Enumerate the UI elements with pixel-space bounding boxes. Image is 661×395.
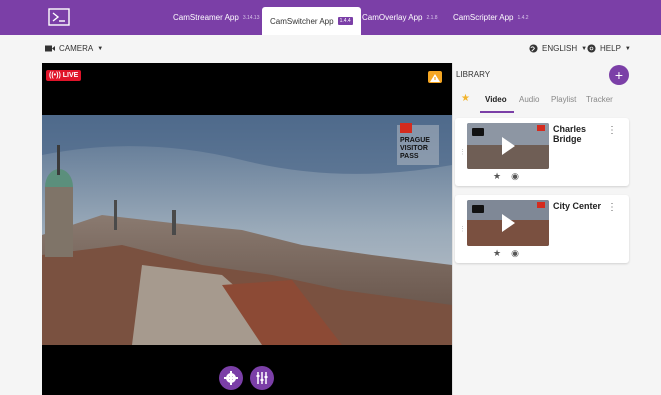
tab-version: 1.4.4	[337, 17, 353, 25]
library-header: LIBRARY +	[453, 63, 633, 87]
language-menu[interactable]: ENGLISH ▼	[529, 44, 587, 53]
sliders-icon	[256, 372, 268, 384]
tab-camswitcher[interactable]: CamSwitcher App 1.4.4	[262, 7, 361, 35]
more-options-icon[interactable]: ⋮	[607, 202, 617, 213]
tab-camoverlay[interactable]: CamOverlay App 2.1.8	[362, 0, 438, 35]
tab-camscripter[interactable]: CamScripter App 1.4.2	[453, 0, 529, 35]
settings-button[interactable]	[219, 366, 243, 390]
tab-version: 3.14.13	[242, 14, 260, 21]
tab-label: CamScripter App	[453, 13, 514, 22]
eye-icon[interactable]: ◉	[511, 171, 519, 182]
camera-label: CAMERA	[59, 44, 94, 53]
brand-watermark: PRAGUE VISITOR PASS	[400, 137, 430, 160]
more-options-icon[interactable]: ⋮	[607, 125, 617, 136]
language-label: ENGLISH	[542, 44, 578, 53]
sub-bar: CAMERA ▼ ENGLISH ▼ HELP ▼	[0, 35, 661, 63]
chevron-down-icon: ▼	[97, 45, 104, 52]
camera-icon	[45, 45, 55, 52]
tab-audio[interactable]: Audio	[519, 95, 539, 104]
library-panel: LIBRARY + ★ Video Audio Playlist Tracker…	[452, 63, 632, 395]
tab-version: 1.4.2	[517, 14, 529, 21]
library-title: LIBRARY	[456, 70, 491, 79]
video-preview[interactable]: ((•)) LIVE PRAGUE VISITOR PASS	[42, 63, 452, 395]
live-badge: ((•)) LIVE	[46, 70, 82, 81]
tab-label: CamSwitcher App	[270, 16, 334, 26]
item-title: Charles Bridge	[553, 124, 587, 144]
tab-label: CamStreamer App	[173, 13, 239, 22]
tab-tracker[interactable]: Tracker	[586, 95, 613, 104]
tab-playlist[interactable]: Playlist	[551, 95, 576, 104]
live-label: LIVE	[62, 72, 79, 79]
help-label: HELP	[600, 44, 621, 53]
globe-icon	[529, 44, 538, 53]
item-title: City Center	[553, 201, 602, 211]
help-menu[interactable]: HELP ▼	[587, 44, 631, 53]
video-thumbnail[interactable]	[467, 200, 549, 246]
active-tab-indicator	[480, 111, 514, 113]
mixer-button[interactable]	[250, 366, 274, 390]
tab-label: CamOverlay App	[362, 13, 423, 22]
library-tabs: ★ Video Audio Playlist Tracker	[453, 91, 633, 113]
video-thumbnail[interactable]	[467, 123, 549, 169]
add-button[interactable]: +	[609, 65, 629, 85]
chevron-down-icon: ▼	[624, 45, 631, 52]
star-icon[interactable]: ★	[493, 248, 501, 259]
broadcast-icon: ((•))	[49, 72, 61, 79]
tab-camstreamer[interactable]: CamStreamer App 3.14.13	[173, 0, 260, 35]
top-bar: CamStreamer App 3.14.13 CamSwitcher App …	[0, 0, 661, 35]
camera-menu[interactable]: CAMERA ▼	[45, 44, 103, 53]
help-icon	[587, 44, 596, 53]
tab-video[interactable]: Video	[485, 95, 507, 104]
favorites-star-icon[interactable]: ★	[461, 93, 470, 104]
eye-icon[interactable]: ◉	[511, 248, 519, 259]
gear-icon	[224, 371, 238, 385]
tab-version: 2.1.8	[426, 14, 438, 21]
library-item[interactable]: ⋮⋮ City Center ⋮ ★ ◉	[455, 195, 629, 263]
star-icon[interactable]: ★	[493, 171, 501, 182]
city-scene: PRAGUE VISITOR PASS	[42, 115, 452, 345]
camstreamer-logo-icon[interactable]	[48, 8, 70, 26]
library-item[interactable]: ⋮⋮ Charles Bridge ⋮ ★ ◉	[455, 118, 629, 186]
warning-icon[interactable]	[428, 71, 442, 83]
